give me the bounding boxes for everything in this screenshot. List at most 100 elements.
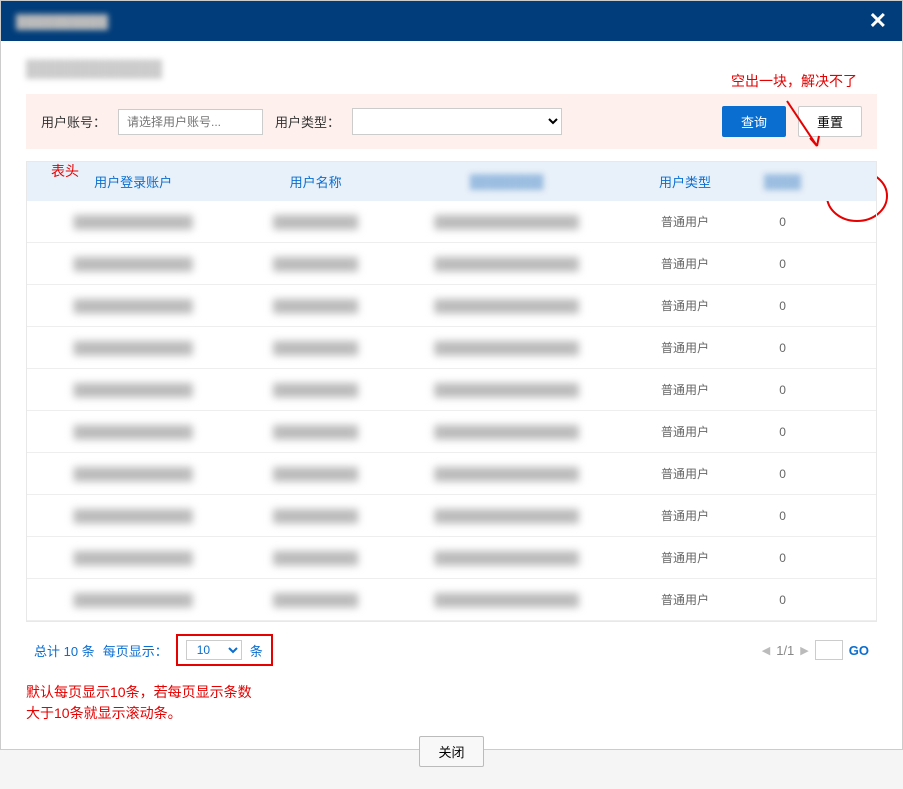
table-row[interactable]: ████████████████████████████████████████…: [27, 453, 876, 495]
reset-button[interactable]: 重置: [798, 106, 862, 137]
modal-dialog: ██████████ ✕ 空出一块，解决不了 ████████████ 用户账号…: [0, 0, 903, 750]
cell-user-type: 普通用户: [621, 201, 748, 243]
go-button[interactable]: GO: [849, 643, 869, 658]
table-row[interactable]: ████████████████████████████████████████…: [27, 285, 876, 327]
cell-user-type: 普通用户: [621, 285, 748, 327]
type-label: 用户类型：: [275, 112, 340, 131]
cell-login-account: ██████████████: [74, 215, 193, 229]
subtitle: ████████████: [26, 61, 877, 79]
annotation-bottom: 默认每页显示10条，若每页显示条数 大于10条就显示滚动条。: [26, 682, 877, 724]
per-page-suffix: 条: [250, 641, 263, 660]
header-row: 用户登录账户 用户名称 ████████ 用户类型 ████: [27, 162, 876, 201]
table-row[interactable]: ████████████████████████████████████████…: [27, 579, 876, 621]
cell-login-account: ██████████████: [74, 425, 193, 439]
table-row[interactable]: ████████████████████████████████████████…: [27, 327, 876, 369]
table-row[interactable]: ████████████████████████████████████████…: [27, 495, 876, 537]
cell-login-account: ██████████████: [74, 551, 193, 565]
next-page-icon[interactable]: ▶: [800, 644, 808, 657]
cell-col2: █████████████████: [434, 551, 579, 565]
cell-user-name: ██████████: [273, 509, 358, 523]
cell-login-account: ██████████████: [74, 593, 193, 607]
annotation-bottom-line2: 大于10条就显示滚动条。: [26, 703, 877, 724]
cell-col2: █████████████████: [434, 467, 579, 481]
cell-col4: 0: [749, 495, 817, 537]
cell-col4: 0: [749, 537, 817, 579]
cell-login-account: ██████████████: [74, 509, 193, 523]
cell-col2: █████████████████: [434, 299, 579, 313]
cell-user-name: ██████████: [273, 593, 358, 607]
cell-col4: 0: [749, 327, 817, 369]
page-navigation: ◀ 1/1 ▶ GO: [762, 640, 869, 660]
cell-col5: [817, 453, 876, 495]
table-row[interactable]: ████████████████████████████████████████…: [27, 243, 876, 285]
cell-col5: [817, 495, 876, 537]
query-button[interactable]: 查询: [722, 106, 786, 137]
cell-col4: 0: [749, 411, 817, 453]
cell-user-type: 普通用户: [621, 243, 748, 285]
table-row[interactable]: ████████████████████████████████████████…: [27, 537, 876, 579]
data-table-header: 用户登录账户 用户名称 ████████ 用户类型 ████: [27, 162, 876, 201]
modal-header: ██████████ ✕: [1, 1, 902, 41]
cell-col2: █████████████████: [434, 341, 579, 355]
annotation-table-head: 表头: [51, 161, 79, 181]
cell-user-name: ██████████: [273, 425, 358, 439]
account-input[interactable]: [118, 109, 263, 135]
per-page-highlight-box: 10 条: [176, 634, 273, 666]
cell-col2: █████████████████: [434, 383, 579, 397]
cell-col2: █████████████████: [434, 257, 579, 271]
close-button[interactable]: 关闭: [419, 736, 483, 767]
cell-col4: 0: [749, 243, 817, 285]
cell-login-account: ██████████████: [74, 467, 193, 481]
page-jump-input[interactable]: [815, 640, 843, 660]
user-type-select[interactable]: [352, 108, 562, 135]
th-col4: ████: [749, 162, 817, 201]
cell-col4: 0: [749, 453, 817, 495]
cell-col5: [817, 285, 876, 327]
cell-user-name: ██████████: [273, 383, 358, 397]
table-row[interactable]: ████████████████████████████████████████…: [27, 369, 876, 411]
prev-page-icon[interactable]: ◀: [762, 644, 770, 657]
per-page-select[interactable]: 10: [186, 640, 242, 660]
cell-user-name: ██████████: [273, 215, 358, 229]
table-container: 表头 用户登录账户 用户名称 ████████ 用户类型 ████: [26, 161, 877, 724]
modal-body: 空出一块，解决不了 ████████████ 用户账号： 用户类型： 查询 重置…: [1, 41, 902, 789]
table-wrapper: 用户登录账户 用户名称 ████████ 用户类型 ████ █████████…: [26, 161, 877, 622]
cell-col5: [817, 327, 876, 369]
cell-user-type: 普通用户: [621, 327, 748, 369]
cell-col2: █████████████████: [434, 215, 579, 229]
cell-col5: [817, 243, 876, 285]
cell-col2: █████████████████: [434, 593, 579, 607]
filter-bar: 用户账号： 用户类型： 查询 重置: [26, 94, 877, 149]
cell-user-type: 普通用户: [621, 453, 748, 495]
table-body-scroll[interactable]: ████████████████████████████████████████…: [27, 201, 876, 621]
th-user-name: 用户名称: [239, 162, 392, 201]
table-row[interactable]: ████████████████████████████████████████…: [27, 201, 876, 243]
cell-col2: █████████████████: [434, 425, 579, 439]
th-col2: ████████: [392, 162, 621, 201]
cell-user-type: 普通用户: [621, 411, 748, 453]
cell-col5: [817, 369, 876, 411]
modal-title: ██████████: [16, 14, 108, 29]
data-table-body: ████████████████████████████████████████…: [27, 201, 876, 621]
table-row[interactable]: ████████████████████████████████████████…: [27, 411, 876, 453]
cell-col4: 0: [749, 369, 817, 411]
cell-col5: [817, 201, 876, 243]
annotation-bottom-line1: 默认每页显示10条，若每页显示条数: [26, 682, 877, 703]
per-page-label: 每页显示：: [103, 641, 168, 660]
cell-user-name: ██████████: [273, 551, 358, 565]
cell-user-type: 普通用户: [621, 579, 748, 621]
cell-user-name: ██████████: [273, 299, 358, 313]
th-user-type: 用户类型: [621, 162, 748, 201]
cell-col5: [817, 579, 876, 621]
cell-col2: █████████████████: [434, 509, 579, 523]
page-indicator: 1/1: [776, 643, 794, 658]
account-label: 用户账号：: [41, 112, 106, 131]
th-col5: [817, 162, 876, 201]
cell-user-type: 普通用户: [621, 537, 748, 579]
cell-col4: 0: [749, 579, 817, 621]
cell-login-account: ██████████████: [74, 383, 193, 397]
cell-login-account: ██████████████: [74, 341, 193, 355]
close-icon[interactable]: ✕: [869, 10, 887, 32]
cell-col4: 0: [749, 285, 817, 327]
cell-user-name: ██████████: [273, 467, 358, 481]
